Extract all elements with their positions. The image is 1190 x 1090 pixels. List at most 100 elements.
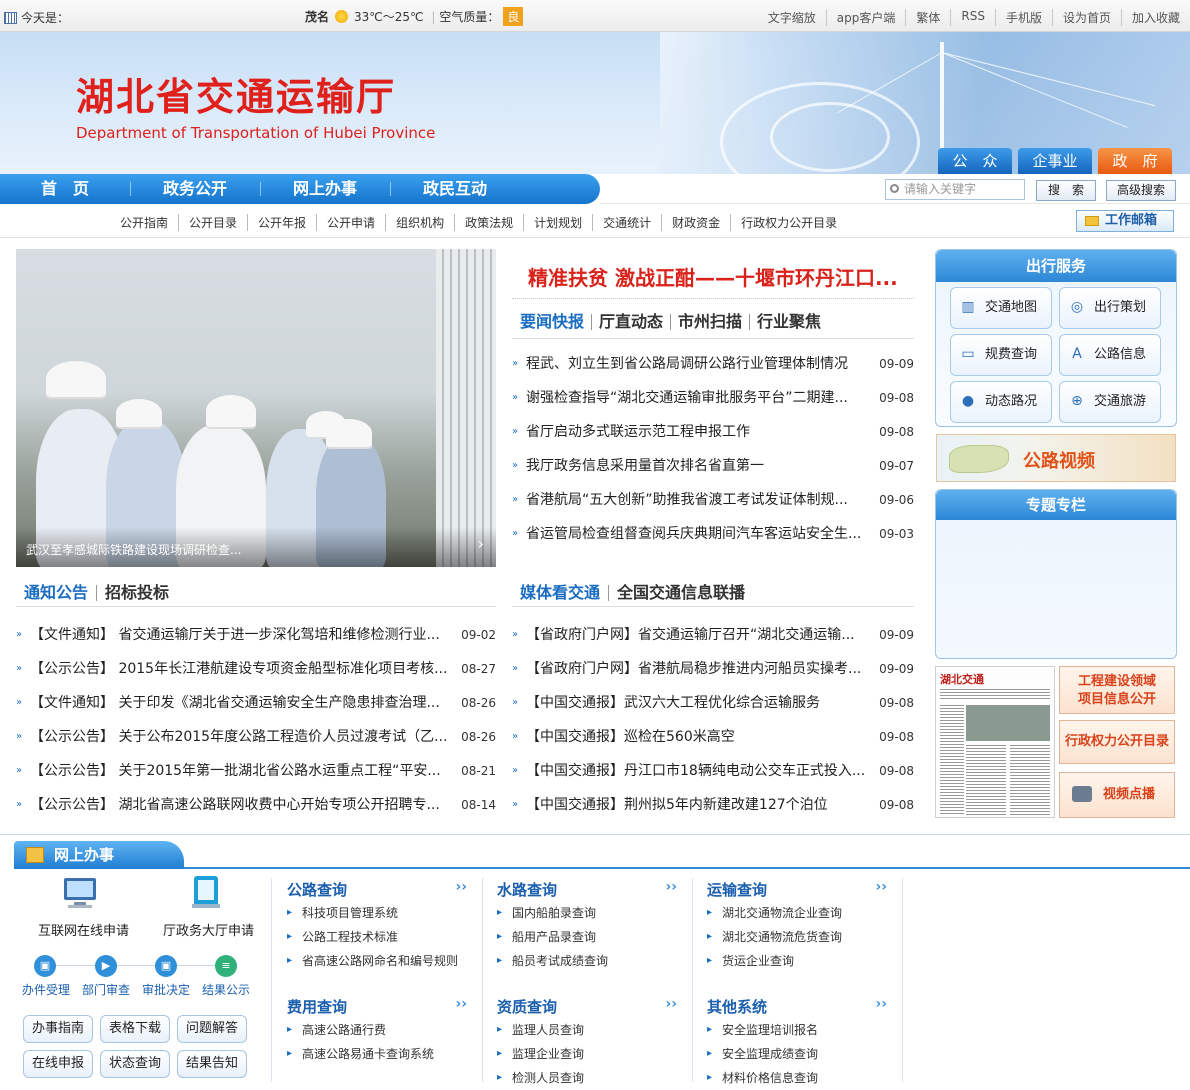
tab-notices[interactable]: 通知公告 xyxy=(24,585,96,601)
faq-button[interactable]: 问题解答 xyxy=(177,1015,247,1043)
news-item[interactable]: » 谢强检查指导“湖北交通运输审批服务平台”二期建... 09-08 xyxy=(512,381,914,415)
admin-power-catalog-button[interactable]: 行政权力公开目录 xyxy=(1059,720,1175,764)
query-link[interactable]: 湖北交通物流危货查询 xyxy=(707,925,887,949)
more-icon[interactable]: ›› xyxy=(875,879,887,895)
set-homepage-link[interactable]: 设为首页 xyxy=(1051,9,1121,26)
slide-caption[interactable]: 武汉至孝感城际铁路建设现场调研检查... xyxy=(26,541,241,558)
mobile-version-link[interactable]: 手机版 xyxy=(994,9,1052,26)
query-link[interactable]: 船用产品录查询 xyxy=(497,925,677,949)
other-systems-title[interactable]: 其他系统 xyxy=(707,998,767,1016)
hall-apply-label[interactable]: 厅政务大厅申请 xyxy=(163,920,254,939)
notice-item[interactable]: » 【公示公告】 2015年长江港航建设专项资金船型标准化项目考核... 08-27 xyxy=(16,652,496,686)
query-link[interactable]: 高速公路易通卡查询系统 xyxy=(287,1042,467,1066)
more-icon[interactable]: ›› xyxy=(455,996,467,1012)
news-item[interactable]: » 省港航局“五大创新”助推我省渡工考试发证体制规... 09-06 xyxy=(512,483,914,517)
query-link[interactable]: 货运企业查询 xyxy=(707,949,887,973)
notice-item[interactable]: » 【公示公告】 关于公布2015年度公路工程造价人员过渡考试（乙... 08-26 xyxy=(16,720,496,754)
qualification-query-title[interactable]: 资质查询 xyxy=(497,998,557,1016)
traditional-chinese-link[interactable]: 繁体 xyxy=(905,9,950,26)
query-link[interactable]: 省高速公路网命名和编号规则 xyxy=(287,949,467,973)
guide-button[interactable]: 办事指南 xyxy=(23,1015,93,1043)
notice-item[interactable]: » 【公示公告】 关于2015年第一批湖北省公路水运重点工程“平安... 08-21 xyxy=(16,754,496,788)
query-link[interactable]: 检测人员查询 xyxy=(497,1066,677,1090)
media-item[interactable]: » 【省政府门户网】省港航局稳步推进内河船员实操考... 09-09 xyxy=(512,652,914,686)
subnav-item[interactable]: 政策法规 xyxy=(454,214,523,231)
app-client-link[interactable]: app客户端 xyxy=(825,9,906,26)
tab-national-news[interactable]: 全国交通信息联播 xyxy=(608,585,753,601)
traffic-map-button[interactable]: ▥ 交通地图 xyxy=(950,287,1052,329)
media-item[interactable]: » 【中国交通报】荆州拟5年内新建改建127个泊位 09-08 xyxy=(512,788,914,822)
query-link[interactable]: 监理人员查询 xyxy=(497,1018,677,1042)
online-apply-label[interactable]: 互联网在线申请 xyxy=(38,920,129,939)
fee-query-title[interactable]: 费用查询 xyxy=(287,998,347,1016)
query-link[interactable]: 高速公路通行费 xyxy=(287,1018,467,1042)
media-item[interactable]: » 【中国交通报】丹江口市18辆纯电动公交车正式投入... 09-08 xyxy=(512,754,914,788)
form-download-button[interactable]: 表格下载 xyxy=(100,1015,170,1043)
tab-key-news[interactable]: 要闻快报 xyxy=(520,314,591,330)
query-link[interactable]: 公路工程技术标准 xyxy=(287,925,467,949)
add-favorite-link[interactable]: 加入收藏 xyxy=(1120,9,1190,26)
nav-home[interactable]: 首 页 xyxy=(0,174,130,204)
news-item[interactable]: » 省运管局检查组督查阅兵庆典期间汽车客运站安全生... 09-03 xyxy=(512,517,914,551)
nav-interaction[interactable]: 政民互动 xyxy=(390,174,520,204)
road-video-banner[interactable]: 公路视频 xyxy=(936,434,1176,482)
tab-industry-news[interactable]: 行业聚焦 xyxy=(749,314,828,330)
highway-query-title[interactable]: 公路查询 xyxy=(287,881,347,899)
road-info-button[interactable]: A 公路信息 xyxy=(1059,334,1161,376)
waterway-query-title[interactable]: 水路查询 xyxy=(497,881,557,899)
tab-city-news[interactable]: 市州扫描 xyxy=(670,314,749,330)
video-on-demand-button[interactable]: 视频点播 xyxy=(1059,772,1175,818)
query-link[interactable]: 国内船舶录查询 xyxy=(497,901,677,925)
media-item[interactable]: » 【中国交通报】巡检在560米高空 09-08 xyxy=(512,720,914,754)
news-item[interactable]: » 程武、刘立生到省公路局调研公路行业管理体制情况 09-09 xyxy=(512,347,914,381)
nav-government-affairs[interactable]: 政务公开 xyxy=(130,174,260,204)
more-icon[interactable]: ›› xyxy=(455,879,467,895)
tab-government[interactable]: 政 府 xyxy=(1098,148,1172,174)
transport-query-title[interactable]: 运输查询 xyxy=(707,881,767,899)
status-query-button[interactable]: 状态查询 xyxy=(100,1050,170,1078)
notice-item[interactable]: » 【文件通知】 省交通运输厅关于进一步深化驾培和维修检测行业... 09-02 xyxy=(16,618,496,652)
tab-media[interactable]: 媒体看交通 xyxy=(520,585,608,601)
subnav-item[interactable]: 财政资金 xyxy=(661,214,730,231)
online-submit-button[interactable]: 在线申报 xyxy=(23,1050,93,1078)
media-item[interactable]: » 【中国交通报】武汉六大工程优化综合运输服务 09-08 xyxy=(512,686,914,720)
rss-link[interactable]: RSS xyxy=(950,9,995,26)
subnav-item[interactable]: 公开指南 xyxy=(110,214,178,231)
subnav-item[interactable]: 行政权力公开目录 xyxy=(730,214,847,231)
slide-next-icon[interactable]: › xyxy=(478,534,484,553)
subnav-item[interactable]: 公开目录 xyxy=(178,214,247,231)
work-mailbox-button[interactable]: 工作邮箱 xyxy=(1076,210,1174,232)
road-conditions-button[interactable]: ● 动态路况 xyxy=(950,381,1052,423)
fee-query-button[interactable]: ▭ 规费查询 xyxy=(950,334,1052,376)
more-icon[interactable]: ›› xyxy=(665,879,677,895)
nav-online-services[interactable]: 网上办事 xyxy=(260,174,390,204)
news-item[interactable]: » 我厅政务信息采用量首次排名省直第一 09-07 xyxy=(512,449,914,483)
media-item[interactable]: » 【省政府门户网】省交通运输厅召开“湖北交通运输... 09-09 xyxy=(512,618,914,652)
news-item[interactable]: » 省厅启动多式联运示范工程申报工作 09-08 xyxy=(512,415,914,449)
tab-public[interactable]: 公 众 xyxy=(938,148,1012,174)
notice-item[interactable]: » 【公示公告】 湖北省高速公路联网收费中心开始专项公开招聘专... 08-14 xyxy=(16,788,496,822)
more-icon[interactable]: ›› xyxy=(665,996,677,1012)
query-link[interactable]: 监理企业查询 xyxy=(497,1042,677,1066)
headline-link[interactable]: 精准扶贫 激战正酣——十堰市环丹江口... xyxy=(528,262,898,291)
query-link[interactable]: 船员考试成绩查询 xyxy=(497,949,677,973)
subnav-item[interactable]: 交通统计 xyxy=(592,214,661,231)
trip-planning-button[interactable]: ◎ 出行策划 xyxy=(1059,287,1161,329)
query-link[interactable]: 科技项目管理系统 xyxy=(287,901,467,925)
search-button[interactable]: 搜 索 xyxy=(1036,180,1096,201)
news-slideshow[interactable]: 武汉至孝感城际铁路建设现场调研检查... › xyxy=(16,249,496,567)
advanced-search-button[interactable]: 高级搜索 xyxy=(1106,180,1176,201)
subnav-item[interactable]: 公开申请 xyxy=(316,214,385,231)
travel-tourism-button[interactable]: ⊕ 交通旅游 xyxy=(1059,381,1161,423)
text-zoom-link[interactable]: 文字缩放 xyxy=(758,9,826,26)
subnav-item[interactable]: 计划规划 xyxy=(523,214,592,231)
project-info-disclosure-button[interactable]: 工程建设领域 项目信息公开 xyxy=(1059,666,1175,714)
tab-enterprise[interactable]: 企事业 xyxy=(1018,148,1092,174)
tab-tenders[interactable]: 招标投标 xyxy=(96,585,177,601)
query-link[interactable]: 湖北交通物流企业查询 xyxy=(707,901,887,925)
search-input[interactable]: 请输入关键字 xyxy=(885,179,1025,200)
notice-item[interactable]: » 【文件通知】 关于印发《湖北省交通运输安全生产隐患排查治理... 08-26 xyxy=(16,686,496,720)
more-icon[interactable]: ›› xyxy=(875,996,887,1012)
subnav-item[interactable]: 组织机构 xyxy=(385,214,454,231)
subnav-item[interactable]: 公开年报 xyxy=(247,214,316,231)
